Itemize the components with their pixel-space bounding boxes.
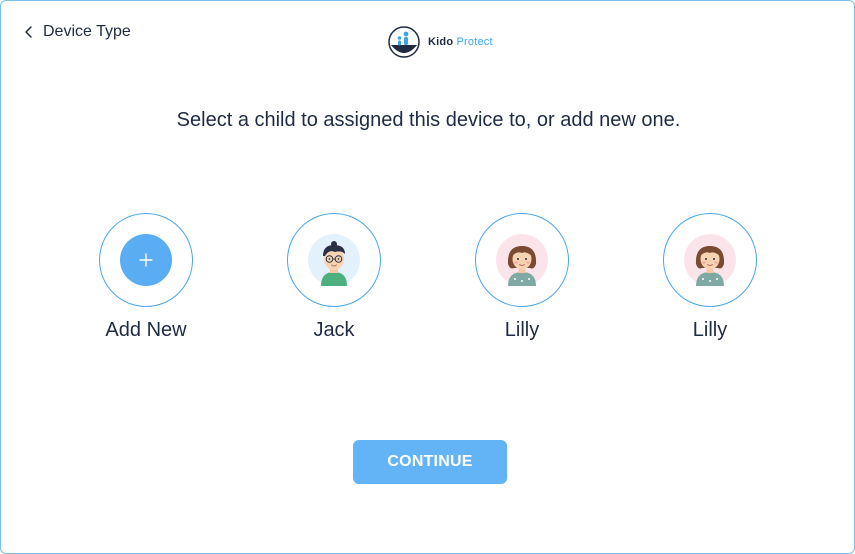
girl-avatar-icon <box>496 234 548 286</box>
logo-brand-primary: Kido <box>428 36 454 48</box>
add-new-label: Add New <box>105 319 187 341</box>
profile-ring <box>475 213 569 307</box>
child-name: Jack <box>313 319 355 341</box>
back-button[interactable]: Device Type <box>23 23 131 41</box>
child-profile-list: Add New Jack Lilly Lilly <box>1 213 855 343</box>
child-profile-jack[interactable]: Jack <box>274 213 394 342</box>
app-logo: Kido Protect <box>387 25 493 59</box>
kido-protect-logo-icon <box>388 26 420 58</box>
chevron-left-icon <box>25 26 32 38</box>
add-new-child-button[interactable]: Add New <box>86 213 206 342</box>
app-window: Device Type Kido Protect Select a child … <box>0 0 855 554</box>
profile-ring <box>287 213 381 307</box>
profile-ring <box>663 213 757 307</box>
girl-avatar-icon <box>684 234 736 286</box>
boy-avatar-icon <box>308 234 360 286</box>
profile-ring <box>99 213 193 307</box>
child-name: Lilly <box>504 319 540 341</box>
back-label: Device Type <box>43 23 131 40</box>
plus-icon <box>120 234 172 286</box>
child-profile-lilly[interactable]: Lilly <box>462 213 582 342</box>
continue-button[interactable]: CONTINUE <box>353 440 507 484</box>
page-title: Select a child to assigned this device t… <box>176 109 681 131</box>
child-name: Lilly <box>692 319 728 341</box>
child-profile-lilly-2[interactable]: Lilly <box>650 213 770 342</box>
logo-brand-secondary: Protect <box>456 36 493 48</box>
logo-text: Kido Protect <box>428 36 493 48</box>
